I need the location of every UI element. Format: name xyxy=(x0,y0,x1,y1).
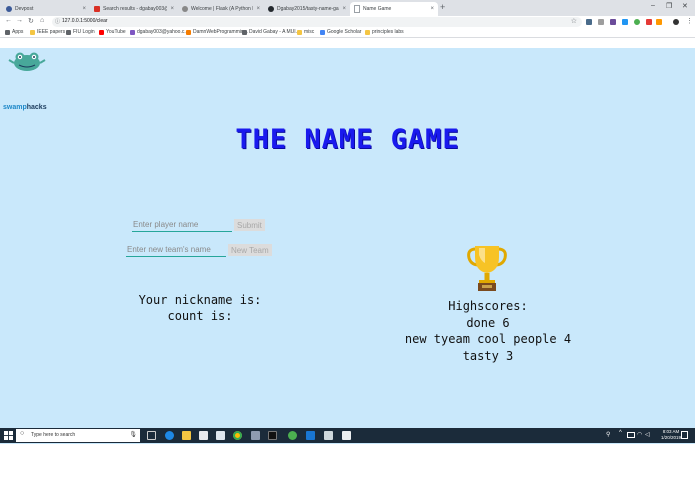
folder-icon xyxy=(30,29,35,35)
store-icon[interactable] xyxy=(216,431,225,440)
close-tab-icon[interactable]: × xyxy=(342,6,346,12)
extension-icon[interactable] xyxy=(622,19,628,25)
youtube-icon xyxy=(99,29,104,35)
terminal-icon[interactable] xyxy=(268,431,277,440)
app-icon[interactable] xyxy=(306,431,315,440)
close-tab-icon[interactable]: × xyxy=(170,6,174,12)
address-bar[interactable]: ⓘ 127.0.0.1:5000/clear ☆ xyxy=(52,17,582,27)
extension-icon[interactable] xyxy=(634,19,640,25)
trophy-icon xyxy=(467,246,507,291)
extension-icon[interactable] xyxy=(598,19,604,25)
notifications-icon[interactable] xyxy=(681,431,688,439)
windows-taskbar: ○ Type here to search 🎙 ⚲ ^ ◠ ◁ 8:03 AM … xyxy=(0,428,695,443)
tab-name-game[interactable]: Name Game × xyxy=(350,2,438,16)
page-icon xyxy=(242,29,247,35)
count-label: count is: xyxy=(167,309,233,323)
back-icon[interactable]: ← xyxy=(5,17,12,24)
mail-icon[interactable] xyxy=(199,431,208,440)
extension-icon[interactable] xyxy=(656,19,662,25)
folder-icon xyxy=(365,29,370,35)
search-icon: ○ xyxy=(20,430,25,437)
highscore-entry: new tyeam cool people 4 xyxy=(404,332,572,346)
app-icon[interactable] xyxy=(288,431,297,440)
bookmark-item[interactable]: David Gabay - A MUI... xyxy=(242,29,300,35)
player-info: Your nickname is: count is: xyxy=(110,292,290,324)
submit-button[interactable]: Submit xyxy=(234,219,265,231)
app-icon[interactable] xyxy=(251,431,260,440)
chrome-icon[interactable] xyxy=(233,431,242,440)
microphone-icon[interactable]: 🎙 xyxy=(129,431,137,438)
highscore-entry: done 6 xyxy=(466,315,510,330)
windows-start-icon[interactable] xyxy=(4,431,13,440)
gmail-favicon-icon xyxy=(94,6,100,12)
scholar-icon xyxy=(320,29,325,35)
tab-devpost[interactable]: Devpost × xyxy=(2,2,90,16)
reload-icon[interactable]: ↻ xyxy=(28,17,34,25)
file-explorer-icon[interactable] xyxy=(182,431,191,440)
info-icon[interactable]: ⓘ xyxy=(55,18,60,25)
bookmarks-bar: Apps IEEE papers FIU Login YouTube dgaba… xyxy=(0,28,695,38)
bookmark-item[interactable]: Google Scholar xyxy=(320,29,361,35)
tab-flask[interactable]: Welcome | Flask (A Python Micr... × xyxy=(178,2,264,16)
home-icon[interactable]: ⌂ xyxy=(40,17,44,24)
close-tab-icon[interactable]: × xyxy=(430,6,434,12)
nickname-label: Your nickname is: xyxy=(138,293,262,307)
taskbar-clock[interactable]: 8:03 AM 1/20/2019 xyxy=(661,429,681,441)
edge-icon[interactable] xyxy=(165,431,174,440)
forward-icon[interactable]: → xyxy=(16,17,23,24)
github-favicon-icon xyxy=(268,6,274,12)
browser-toolbar: ← → ↻ ⌂ ⓘ 127.0.0.1:5000/clear ☆ ⋮ xyxy=(0,16,695,28)
highscore-entry: tasty 3 xyxy=(462,348,514,363)
swamphacks-logo-icon xyxy=(8,52,46,71)
close-tab-icon[interactable]: × xyxy=(256,6,260,12)
volume-icon[interactable]: ◁ xyxy=(645,431,650,438)
page-title: THE NAME GAME xyxy=(235,124,460,155)
tab-github[interactable]: Dgabay2015/tasty-name-game... × xyxy=(264,2,350,16)
wifi-icon[interactable]: ◠ xyxy=(637,431,642,438)
tab-gmail[interactable]: Search results - dgabay003@u... × xyxy=(90,2,178,16)
profile-avatar-icon[interactable] xyxy=(673,19,679,25)
page-icon xyxy=(66,29,71,35)
taskbar-search[interactable]: ○ Type here to search 🎙 xyxy=(16,429,140,442)
highscores-heading: Highscores: xyxy=(448,299,528,313)
close-window-icon[interactable]: ✕ xyxy=(682,2,688,10)
tray-people-icon[interactable]: ⚲ xyxy=(606,431,610,438)
devpost-favicon-icon xyxy=(6,6,12,12)
task-view-icon[interactable] xyxy=(147,431,156,440)
photos-icon[interactable] xyxy=(342,431,351,440)
menu-icon[interactable]: ⋮ xyxy=(686,17,693,25)
player-name-input[interactable] xyxy=(132,218,232,232)
extension-icon[interactable] xyxy=(646,19,652,25)
flask-favicon-icon xyxy=(182,6,188,12)
bookmark-star-icon[interactable]: ☆ xyxy=(571,17,577,25)
bookmark-item[interactable]: Apps xyxy=(5,29,23,35)
team-name-input[interactable] xyxy=(126,243,226,257)
bookmark-item[interactable]: FIU Login xyxy=(66,29,95,35)
apps-icon xyxy=(5,29,10,35)
minimize-icon[interactable]: – xyxy=(651,2,655,9)
maximize-icon[interactable]: ❐ xyxy=(666,2,672,10)
calculator-icon[interactable] xyxy=(324,431,333,440)
bookmark-item[interactable]: DamnWebProgrammin... xyxy=(186,29,248,35)
bookmark-item[interactable]: principles labs xyxy=(365,29,404,35)
logo-wordmark: swamphacks xyxy=(3,104,47,111)
new-tab-button[interactable]: + xyxy=(440,2,445,12)
bookmark-item[interactable]: misc xyxy=(297,29,314,35)
tray-chevron-up-icon[interactable]: ^ xyxy=(619,430,622,436)
page-favicon-icon xyxy=(354,5,360,13)
new-team-button[interactable]: New Team xyxy=(228,244,272,256)
extension-icon[interactable] xyxy=(610,19,616,25)
yahoo-icon xyxy=(130,29,135,35)
highscores-panel: Highscores: done 6 new tyeam cool people… xyxy=(370,298,606,364)
extension-icon[interactable] xyxy=(586,19,592,25)
tab-strip: Devpost × Search results - dgabay003@u..… xyxy=(0,0,695,16)
battery-icon[interactable] xyxy=(627,432,635,438)
bookmark-item[interactable]: dgabay003@yahoo.c... xyxy=(130,29,189,35)
bookmark-item[interactable]: IEEE papers xyxy=(30,29,65,35)
bookmark-item[interactable]: YouTube xyxy=(99,29,126,35)
close-tab-icon[interactable]: × xyxy=(82,6,86,12)
site-icon xyxy=(186,29,191,35)
folder-icon xyxy=(297,29,302,35)
page-viewport: swamphacks THE NAME GAME Submit New Team… xyxy=(0,48,695,444)
